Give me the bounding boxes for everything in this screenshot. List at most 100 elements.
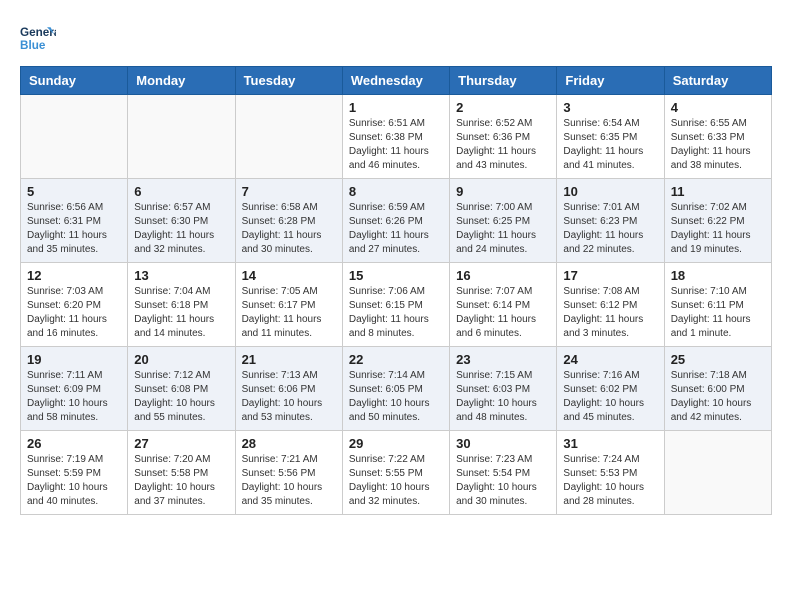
day-info: Sunrise: 7:20 AM Sunset: 5:58 PM Dayligh… bbox=[134, 453, 228, 509]
calendar-day-cell: 4 Sunrise: 6:55 AM Sunset: 6:33 PM Daylig… bbox=[664, 95, 771, 179]
calendar-day-cell: 13Sunrise: 7:04 AM Sunset: 6:18 PM Dayli… bbox=[128, 263, 235, 347]
day-number: 30 bbox=[456, 436, 550, 451]
day-info: Sunrise: 6:56 AM Sunset: 6:31 PM Dayligh… bbox=[27, 201, 121, 257]
day-info: Sunrise: 7:21 AM Sunset: 5:56 PM Dayligh… bbox=[242, 453, 336, 509]
day-info: Sunrise: 6:57 AM Sunset: 6:30 PM Dayligh… bbox=[134, 201, 228, 257]
day-info: Sunrise: 7:07 AM Sunset: 6:14 PM Dayligh… bbox=[456, 285, 550, 341]
logo-icon: General Blue bbox=[20, 20, 56, 56]
weekday-header: Wednesday bbox=[342, 67, 449, 95]
weekday-header: Thursday bbox=[450, 67, 557, 95]
day-info: Sunrise: 7:16 AM Sunset: 6:02 PM Dayligh… bbox=[563, 369, 657, 425]
calendar-week-row: 19 Sunrise: 7:11 AM Sunset: 6:09 PM Dayli… bbox=[21, 347, 772, 431]
calendar-day-cell: 15Sunrise: 7:06 AM Sunset: 6:15 PM Dayli… bbox=[342, 263, 449, 347]
calendar-day-cell: 24 Sunrise: 7:16 AM Sunset: 6:02 PM Dayli… bbox=[557, 347, 664, 431]
day-number: 18 bbox=[671, 268, 765, 283]
day-number: 16 bbox=[456, 268, 550, 283]
day-info: Sunrise: 6:55 AM Sunset: 6:33 PM Dayligh… bbox=[671, 117, 765, 173]
calendar-day-cell: 19 Sunrise: 7:11 AM Sunset: 6:09 PM Dayli… bbox=[21, 347, 128, 431]
calendar-day-cell: 12 Sunrise: 7:03 AM Sunset: 6:20 PM Dayli… bbox=[21, 263, 128, 347]
day-number: 20 bbox=[134, 352, 228, 367]
day-number: 4 bbox=[671, 100, 765, 115]
calendar-day-cell: 23 Sunrise: 7:15 AM Sunset: 6:03 PM Dayli… bbox=[450, 347, 557, 431]
day-number: 12 bbox=[27, 268, 121, 283]
page-header: General Blue bbox=[20, 20, 772, 56]
calendar-day-cell: 30 Sunrise: 7:23 AM Sunset: 5:54 PM Dayli… bbox=[450, 431, 557, 515]
day-number: 5 bbox=[27, 184, 121, 199]
day-info: Sunrise: 7:19 AM Sunset: 5:59 PM Dayligh… bbox=[27, 453, 121, 509]
day-number: 21 bbox=[242, 352, 336, 367]
day-number: 10 bbox=[563, 184, 657, 199]
day-number: 24 bbox=[563, 352, 657, 367]
calendar-day-cell: 21 Sunrise: 7:13 AM Sunset: 6:06 PM Dayli… bbox=[235, 347, 342, 431]
day-number: 6 bbox=[134, 184, 228, 199]
calendar-week-row: 1 Sunrise: 6:51 AM Sunset: 6:38 PM Daylig… bbox=[21, 95, 772, 179]
day-number: 23 bbox=[456, 352, 550, 367]
weekday-header: Friday bbox=[557, 67, 664, 95]
calendar-day-cell: 2 Sunrise: 6:52 AM Sunset: 6:36 PM Daylig… bbox=[450, 95, 557, 179]
calendar-day-cell: 22 Sunrise: 7:14 AM Sunset: 6:05 PM Dayli… bbox=[342, 347, 449, 431]
calendar-day-cell: 7 Sunrise: 6:58 AM Sunset: 6:28 PM Daylig… bbox=[235, 179, 342, 263]
day-info: Sunrise: 7:23 AM Sunset: 5:54 PM Dayligh… bbox=[456, 453, 550, 509]
calendar-week-row: 26 Sunrise: 7:19 AM Sunset: 5:59 PM Dayli… bbox=[21, 431, 772, 515]
weekday-header: Saturday bbox=[664, 67, 771, 95]
day-number: 2 bbox=[456, 100, 550, 115]
day-info: Sunrise: 7:24 AM Sunset: 5:53 PM Dayligh… bbox=[563, 453, 657, 509]
day-info: Sunrise: 6:54 AM Sunset: 6:35 PM Dayligh… bbox=[563, 117, 657, 173]
day-info: Sunrise: 7:08 AM Sunset: 6:12 PM Dayligh… bbox=[563, 285, 657, 341]
day-number: 1 bbox=[349, 100, 443, 115]
calendar-day-cell: 20Sunrise: 7:12 AM Sunset: 6:08 PM Dayli… bbox=[128, 347, 235, 431]
calendar-day-cell: 6 Sunrise: 6:57 AM Sunset: 6:30 PM Daylig… bbox=[128, 179, 235, 263]
day-number: 17 bbox=[563, 268, 657, 283]
day-number: 7 bbox=[242, 184, 336, 199]
day-info: Sunrise: 6:58 AM Sunset: 6:28 PM Dayligh… bbox=[242, 201, 336, 257]
weekday-header: Sunday bbox=[21, 67, 128, 95]
day-info: Sunrise: 6:59 AM Sunset: 6:26 PM Dayligh… bbox=[349, 201, 443, 257]
day-number: 11 bbox=[671, 184, 765, 199]
calendar-day-cell: 9Sunrise: 7:00 AM Sunset: 6:25 PM Daylig… bbox=[450, 179, 557, 263]
day-number: 8 bbox=[349, 184, 443, 199]
calendar-week-row: 12 Sunrise: 7:03 AM Sunset: 6:20 PM Dayli… bbox=[21, 263, 772, 347]
calendar-day-cell: 5 Sunrise: 6:56 AM Sunset: 6:31 PM Daylig… bbox=[21, 179, 128, 263]
day-number: 26 bbox=[27, 436, 121, 451]
day-info: Sunrise: 7:00 AM Sunset: 6:25 PM Dayligh… bbox=[456, 201, 550, 257]
day-info: Sunrise: 7:05 AM Sunset: 6:17 PM Dayligh… bbox=[242, 285, 336, 341]
day-info: Sunrise: 7:18 AM Sunset: 6:00 PM Dayligh… bbox=[671, 369, 765, 425]
calendar-day-cell: 16 Sunrise: 7:07 AM Sunset: 6:14 PM Dayli… bbox=[450, 263, 557, 347]
day-info: Sunrise: 7:11 AM Sunset: 6:09 PM Dayligh… bbox=[27, 369, 121, 425]
day-info: Sunrise: 7:13 AM Sunset: 6:06 PM Dayligh… bbox=[242, 369, 336, 425]
day-info: Sunrise: 6:52 AM Sunset: 6:36 PM Dayligh… bbox=[456, 117, 550, 173]
day-number: 19 bbox=[27, 352, 121, 367]
day-number: 27 bbox=[134, 436, 228, 451]
day-info: Sunrise: 7:01 AM Sunset: 6:23 PM Dayligh… bbox=[563, 201, 657, 257]
calendar-day-cell: 8 Sunrise: 6:59 AM Sunset: 6:26 PM Daylig… bbox=[342, 179, 449, 263]
day-info: Sunrise: 7:14 AM Sunset: 6:05 PM Dayligh… bbox=[349, 369, 443, 425]
calendar-day-cell: 3 Sunrise: 6:54 AM Sunset: 6:35 PM Daylig… bbox=[557, 95, 664, 179]
day-info: Sunrise: 6:51 AM Sunset: 6:38 PM Dayligh… bbox=[349, 117, 443, 173]
calendar-day-cell: 11 Sunrise: 7:02 AM Sunset: 6:22 PM Dayli… bbox=[664, 179, 771, 263]
calendar-day-cell bbox=[21, 95, 128, 179]
day-number: 31 bbox=[563, 436, 657, 451]
calendar-header-row: SundayMondayTuesdayWednesdayThursdayFrid… bbox=[21, 67, 772, 95]
calendar-day-cell: 31 Sunrise: 7:24 AM Sunset: 5:53 PM Dayli… bbox=[557, 431, 664, 515]
calendar-table: SundayMondayTuesdayWednesdayThursdayFrid… bbox=[20, 66, 772, 515]
weekday-header: Monday bbox=[128, 67, 235, 95]
day-number: 22 bbox=[349, 352, 443, 367]
day-info: Sunrise: 7:15 AM Sunset: 6:03 PM Dayligh… bbox=[456, 369, 550, 425]
day-info: Sunrise: 7:22 AM Sunset: 5:55 PM Dayligh… bbox=[349, 453, 443, 509]
day-info: Sunrise: 7:06 AM Sunset: 6:15 PM Dayligh… bbox=[349, 285, 443, 341]
weekday-header: Tuesday bbox=[235, 67, 342, 95]
calendar-day-cell: 29Sunrise: 7:22 AM Sunset: 5:55 PM Dayli… bbox=[342, 431, 449, 515]
calendar-day-cell bbox=[664, 431, 771, 515]
calendar-day-cell: 1 Sunrise: 6:51 AM Sunset: 6:38 PM Daylig… bbox=[342, 95, 449, 179]
day-info: Sunrise: 7:03 AM Sunset: 6:20 PM Dayligh… bbox=[27, 285, 121, 341]
calendar-day-cell: 26 Sunrise: 7:19 AM Sunset: 5:59 PM Dayli… bbox=[21, 431, 128, 515]
calendar-day-cell: 27 Sunrise: 7:20 AM Sunset: 5:58 PM Dayli… bbox=[128, 431, 235, 515]
day-info: Sunrise: 7:02 AM Sunset: 6:22 PM Dayligh… bbox=[671, 201, 765, 257]
calendar-day-cell: 28Sunrise: 7:21 AM Sunset: 5:56 PM Dayli… bbox=[235, 431, 342, 515]
svg-text:Blue: Blue bbox=[20, 39, 46, 52]
calendar-day-cell bbox=[128, 95, 235, 179]
day-number: 3 bbox=[563, 100, 657, 115]
calendar-week-row: 5 Sunrise: 6:56 AM Sunset: 6:31 PM Daylig… bbox=[21, 179, 772, 263]
day-number: 14 bbox=[242, 268, 336, 283]
calendar-day-cell: 18Sunrise: 7:10 AM Sunset: 6:11 PM Dayli… bbox=[664, 263, 771, 347]
